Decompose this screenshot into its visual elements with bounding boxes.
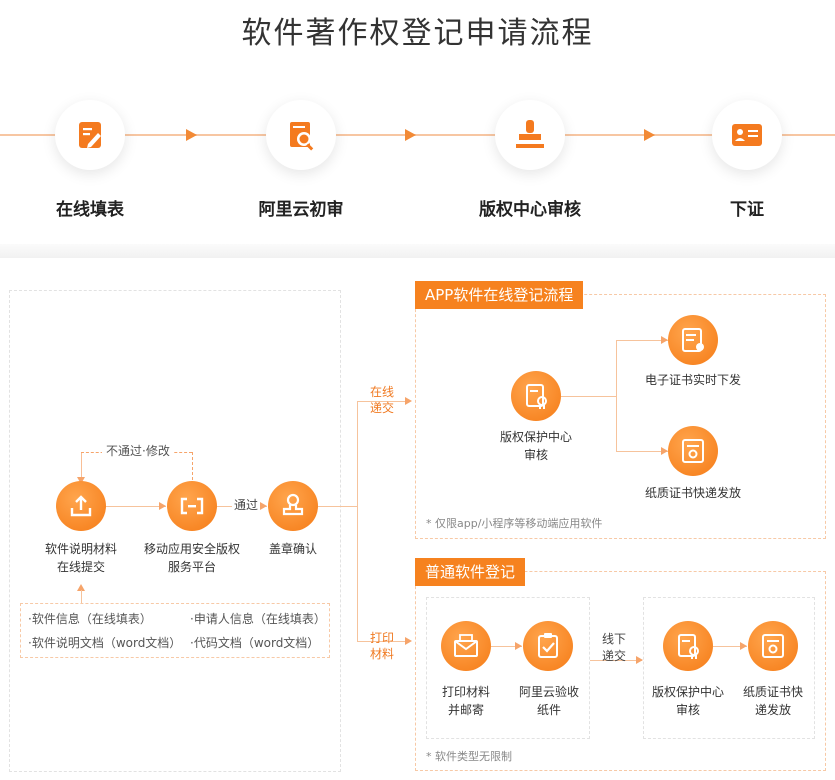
arrow-icon bbox=[159, 502, 166, 510]
paper-cert-node-2 bbox=[748, 621, 798, 671]
step-fill-online bbox=[55, 100, 125, 170]
platform-label: 移动应用安全版权 服务平台 bbox=[143, 542, 240, 574]
step-copyright-center bbox=[495, 100, 565, 170]
step-certificate bbox=[712, 100, 782, 170]
stamp-node bbox=[268, 481, 318, 531]
print-mail-label: 打印材料 并邮寄 bbox=[441, 685, 490, 717]
aliyun-receive-node bbox=[523, 621, 573, 671]
aliyun-receive-label: 阿里云验收 纸件 bbox=[518, 685, 579, 717]
arrow-icon bbox=[260, 502, 267, 510]
flow-line bbox=[106, 506, 166, 507]
offline-submit-label: 线下 递交 bbox=[602, 632, 627, 663]
paper-cert-node bbox=[668, 426, 718, 476]
steps-connector bbox=[0, 134, 835, 136]
submit-label: 软件说明材料 在线提交 bbox=[44, 542, 117, 574]
submission-panel bbox=[9, 290, 341, 772]
paper-cert-label-2: 纸质证书快 递发放 bbox=[742, 685, 803, 717]
document-search-icon bbox=[290, 122, 314, 151]
pass-label: 通过 bbox=[232, 497, 261, 514]
app-flow-header: APP软件在线登记流程 bbox=[415, 281, 584, 309]
paper-certificate-icon bbox=[762, 634, 784, 658]
retry-label: 不通过·修改 bbox=[102, 443, 174, 460]
electronic-cert-node bbox=[668, 315, 718, 365]
step-label: 版权中心审核 bbox=[479, 200, 581, 220]
center-review-node-2 bbox=[663, 621, 713, 671]
page-title: 软件著作权登记申请流程 bbox=[241, 16, 594, 51]
paper-certificate-icon bbox=[682, 439, 704, 463]
center-review-node bbox=[511, 371, 561, 421]
electronic-certificate-icon bbox=[682, 328, 704, 352]
mail-icon bbox=[454, 634, 478, 657]
step-label: 下证 bbox=[730, 200, 764, 220]
electronic-cert-label: 电子证书实时下发 bbox=[644, 373, 741, 387]
certificate-doc-icon bbox=[526, 384, 547, 409]
arrow-icon bbox=[405, 129, 416, 141]
branch-line bbox=[616, 340, 617, 451]
edit-form-icon bbox=[79, 122, 101, 148]
clipboard-check-icon bbox=[538, 633, 558, 658]
flow-line bbox=[81, 590, 82, 603]
normal-flow-header: 普通软件登记 bbox=[415, 558, 526, 586]
step-label: 阿里云初审 bbox=[258, 200, 344, 220]
arrow-icon bbox=[405, 397, 412, 405]
stamp-label: 盖章确认 bbox=[268, 542, 317, 556]
upload-icon bbox=[70, 495, 92, 517]
app-flow-note: * 仅限app/小程序等移动端应用软件 bbox=[426, 517, 603, 530]
submit-node bbox=[56, 481, 106, 531]
arrow-icon bbox=[644, 129, 655, 141]
arrow-icon bbox=[515, 642, 522, 650]
arrow-icon bbox=[186, 129, 197, 141]
platform-node bbox=[167, 481, 217, 531]
flow-line bbox=[318, 506, 357, 507]
step-label: 在线填表 bbox=[56, 200, 124, 220]
material-item: ·软件信息（在线填表） bbox=[28, 612, 152, 626]
material-item: ·软件说明文档（word文档） bbox=[28, 636, 182, 650]
online-submit-label: 在线 递交 bbox=[370, 385, 395, 415]
code-brackets-icon bbox=[180, 497, 204, 515]
stamp-icon bbox=[516, 120, 544, 148]
stamp-icon bbox=[282, 493, 304, 516]
branch-line bbox=[357, 401, 358, 641]
arrow-icon bbox=[636, 656, 643, 664]
normal-flow-note: * 软件类型无限制 bbox=[426, 750, 512, 763]
material-item: ·申请人信息（在线填表） bbox=[190, 612, 326, 626]
paper-cert-label: 纸质证书快递发放 bbox=[644, 486, 741, 500]
center-review-label: 版权保护中心 审核 bbox=[499, 430, 572, 462]
flow-line bbox=[561, 396, 616, 397]
print-mail-node bbox=[441, 621, 491, 671]
center-review-label-2: 版权保护中心 审核 bbox=[651, 685, 724, 717]
print-material-label: 打印 材料 bbox=[370, 631, 395, 661]
certificate-doc-icon bbox=[678, 634, 699, 659]
section-divider bbox=[0, 244, 835, 258]
app-flow-panel bbox=[415, 294, 826, 539]
arrow-icon bbox=[661, 447, 668, 455]
arrow-icon bbox=[661, 336, 668, 344]
arrow-icon bbox=[740, 642, 747, 650]
material-item: ·代码文档（word文档） bbox=[190, 636, 320, 650]
arrow-icon bbox=[405, 637, 412, 645]
step-aliyun-review bbox=[266, 100, 336, 170]
id-card-icon bbox=[732, 124, 762, 146]
